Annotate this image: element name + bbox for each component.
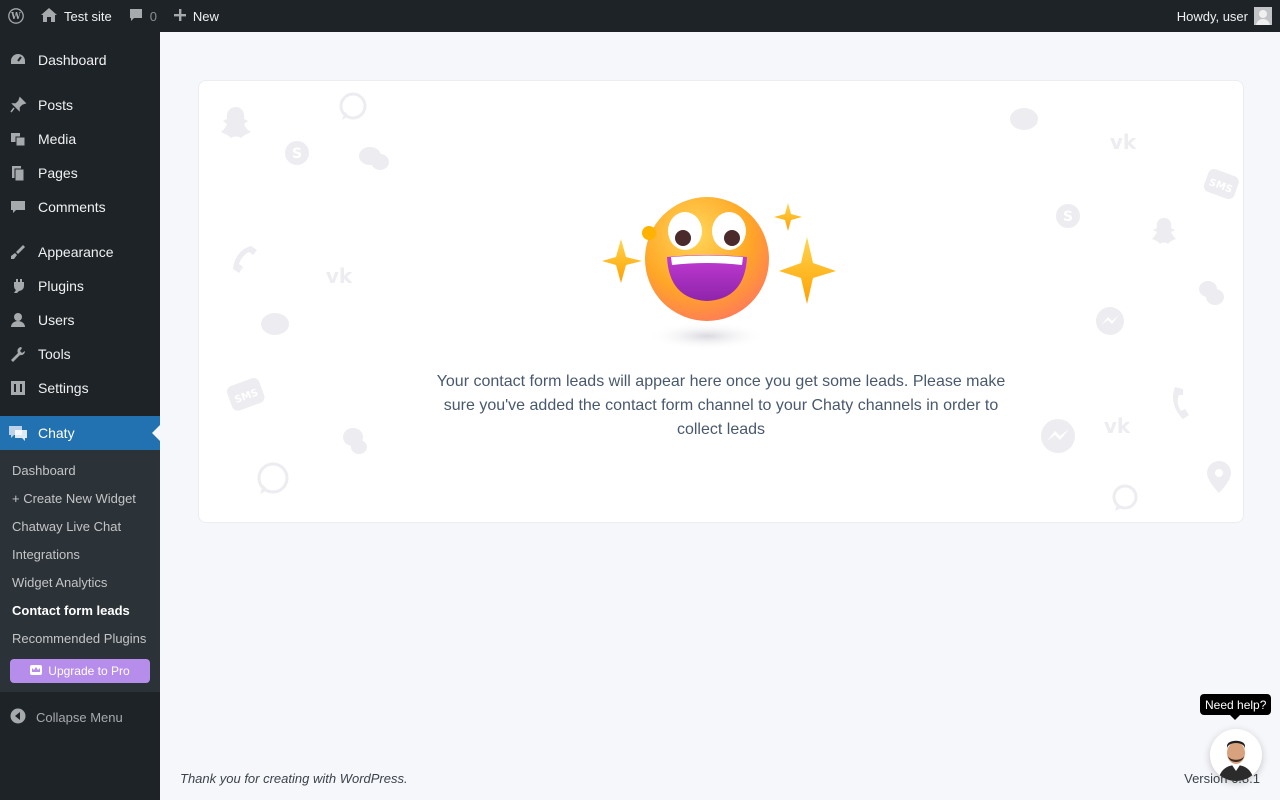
location-pin-icon (1207, 461, 1231, 493)
submenu-recommended-plugins[interactable]: Recommended Plugins (0, 625, 160, 653)
sidebar-item-label: Appearance (38, 244, 114, 260)
sidebar-item-label: Pages (38, 165, 78, 181)
upgrade-label: Upgrade to Pro (48, 664, 130, 678)
sidebar-item-comments[interactable]: Comments (0, 190, 160, 224)
svg-text:vk: vk (1104, 414, 1131, 438)
footer-thanks: Thank you for creating with WordPress. (180, 771, 408, 786)
sidebar-item-media[interactable]: Media (0, 122, 160, 156)
vk-icon: vk (1104, 414, 1131, 438)
wordpress-logo-icon[interactable]: W (0, 0, 32, 32)
new-content-link[interactable]: New (165, 0, 227, 32)
snapchat-icon (221, 107, 251, 138)
comments-count: 0 (149, 8, 157, 24)
sidebar-item-tools[interactable]: Tools (0, 337, 160, 371)
dashboard-icon (8, 50, 28, 70)
plugin-icon (8, 276, 28, 296)
sidebar-item-label: Settings (38, 380, 89, 396)
submenu-integrations[interactable]: Integrations (0, 541, 160, 569)
wechat-icon (343, 428, 367, 454)
support-agent-avatar-icon (1210, 729, 1262, 781)
sms-icon: SMS (1203, 169, 1239, 200)
line-icon (1010, 108, 1038, 130)
pin-icon (8, 95, 28, 115)
user-icon (8, 310, 28, 330)
upgrade-to-pro-button[interactable]: Upgrade to Pro (10, 659, 150, 683)
comment-icon (128, 7, 144, 26)
line-icon (261, 313, 289, 335)
sidebar-item-label: Tools (38, 346, 71, 362)
collapse-label: Collapse Menu (36, 709, 123, 725)
settings-icon (8, 378, 28, 398)
collapse-arrow-icon (10, 708, 26, 727)
happy-emoji-illustration (602, 197, 836, 350)
phone-icon (1173, 387, 1189, 419)
sidebar-item-posts[interactable]: Posts (0, 88, 160, 122)
sidebar-item-label: Comments (38, 199, 106, 215)
help-avatar-button[interactable] (1210, 729, 1262, 781)
sidebar-item-label: Media (38, 131, 77, 147)
site-name: Test site (64, 8, 112, 24)
comment-icon (8, 197, 28, 217)
submenu-chatway-live-chat[interactable]: Chatway Live Chat (0, 513, 160, 541)
sidebar-item-appearance[interactable]: Appearance (0, 235, 160, 269)
vk-icon: vk (1110, 130, 1137, 154)
messenger-icon (1096, 307, 1124, 335)
submenu-contact-form-leads[interactable]: Contact form leads (0, 597, 160, 625)
sidebar-item-label: Posts (38, 97, 74, 113)
crown-icon (30, 664, 43, 678)
whatsapp-icon (339, 92, 367, 120)
sidebar-item-label: Users (38, 312, 75, 328)
submenu-dashboard[interactable]: Dashboard (0, 457, 160, 485)
pages-icon (8, 163, 28, 183)
sidebar-item-label: Plugins (38, 278, 84, 294)
svg-text:vk: vk (326, 264, 353, 288)
wrench-icon (8, 344, 28, 364)
empty-leads-message: Your contact form leads will appear here… (436, 373, 1006, 438)
sidebar-item-settings[interactable]: Settings (0, 371, 160, 405)
sms-icon: SMS (226, 378, 265, 411)
whatsapp-icon (1112, 484, 1138, 511)
collapse-menu-button[interactable]: Collapse Menu (0, 700, 160, 734)
skype-icon: S (285, 141, 309, 165)
chaty-submenu: Dashboard + Create New Widget Chatway Li… (0, 450, 160, 692)
submenu-widget-analytics[interactable]: Widget Analytics (0, 569, 160, 597)
home-icon (40, 7, 58, 26)
vk-icon: vk (326, 264, 353, 288)
admin-bar: W Test site 0 New Howdy, user (0, 0, 1280, 32)
skype-icon: S (1056, 204, 1080, 228)
whatsapp-icon (257, 462, 289, 494)
svg-text:W: W (10, 12, 21, 22)
messenger-icon (1041, 419, 1075, 453)
svg-text:vk: vk (1110, 130, 1137, 154)
sidebar-item-pages[interactable]: Pages (0, 156, 160, 190)
wechat-icon (1199, 281, 1224, 305)
plus-icon (173, 8, 187, 25)
greeting: Howdy, user (1176, 8, 1248, 24)
media-icon (8, 129, 28, 149)
brush-icon (8, 242, 28, 262)
my-account[interactable]: Howdy, user (1177, 7, 1280, 25)
need-help-tooltip: Need help? (1200, 694, 1272, 720)
sidebar-item-chaty[interactable]: Chaty (0, 416, 160, 450)
new-label: New (192, 8, 219, 24)
comments-link[interactable]: 0 (120, 0, 165, 32)
submenu-create-widget[interactable]: + Create New Widget (0, 485, 160, 513)
phone-icon (233, 246, 257, 273)
wechat-icon (359, 147, 389, 170)
sidebar-item-dashboard[interactable]: Dashboard (0, 43, 160, 77)
chat-bubble-icon (8, 423, 28, 443)
snapchat-icon (1152, 218, 1176, 244)
svg-text:S: S (1063, 209, 1073, 225)
leads-empty-card: S vk SMS vk SMS S vk Your contact form l… (198, 80, 1244, 523)
svg-text:S: S (292, 146, 302, 162)
sidebar-item-plugins[interactable]: Plugins (0, 269, 160, 303)
site-name-link[interactable]: Test site (32, 0, 120, 32)
sidebar-item-users[interactable]: Users (0, 303, 160, 337)
admin-sidebar: Dashboard Posts Media Pages Comments App… (0, 32, 160, 800)
sidebar-item-label: Dashboard (38, 52, 107, 68)
avatar (1254, 7, 1272, 25)
sidebar-item-label: Chaty (38, 425, 75, 441)
